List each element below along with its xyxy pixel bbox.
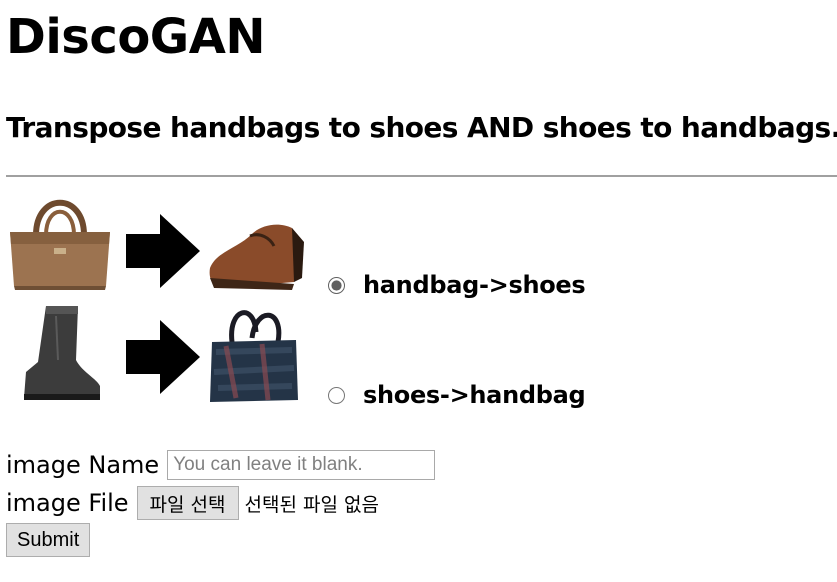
radio-option-shoes-to-handbag[interactable]: shoes->handbag <box>328 381 586 409</box>
radio-label-shoes-to-handbag: shoes->handbag <box>363 381 586 409</box>
file-status-text: 선택된 파일 없음 <box>244 493 379 516</box>
image-file-label: image File <box>6 489 129 517</box>
radio-label-handbag-to-shoes: handbag->shoes <box>363 271 586 299</box>
handbag-image <box>210 310 298 402</box>
divider <box>6 175 837 177</box>
radio-option-handbag-to-shoes[interactable]: handbag->shoes <box>328 271 586 299</box>
right-arrow-icon <box>126 214 200 288</box>
submit-button[interactable]: Submit <box>6 523 91 557</box>
image-name-input[interactable] <box>167 450 436 480</box>
shoe-image <box>209 224 304 290</box>
page-title: DiscoGAN <box>6 9 266 65</box>
radio-handbag-to-shoes[interactable] <box>328 276 345 294</box>
right-arrow-icon <box>126 320 200 394</box>
image-file-row: image File 파일 선택 선택된 파일 없음 <box>6 486 379 520</box>
radio-shoes-to-handbag[interactable] <box>328 386 345 404</box>
page-subtitle: Transpose handbags to shoes AND shoes to… <box>6 111 837 144</box>
choose-file-button[interactable]: 파일 선택 <box>136 486 239 520</box>
handbag-image <box>10 199 110 290</box>
image-name-label: image Name <box>6 451 160 479</box>
image-name-row: image Name <box>6 450 436 480</box>
boot-image <box>24 306 100 400</box>
